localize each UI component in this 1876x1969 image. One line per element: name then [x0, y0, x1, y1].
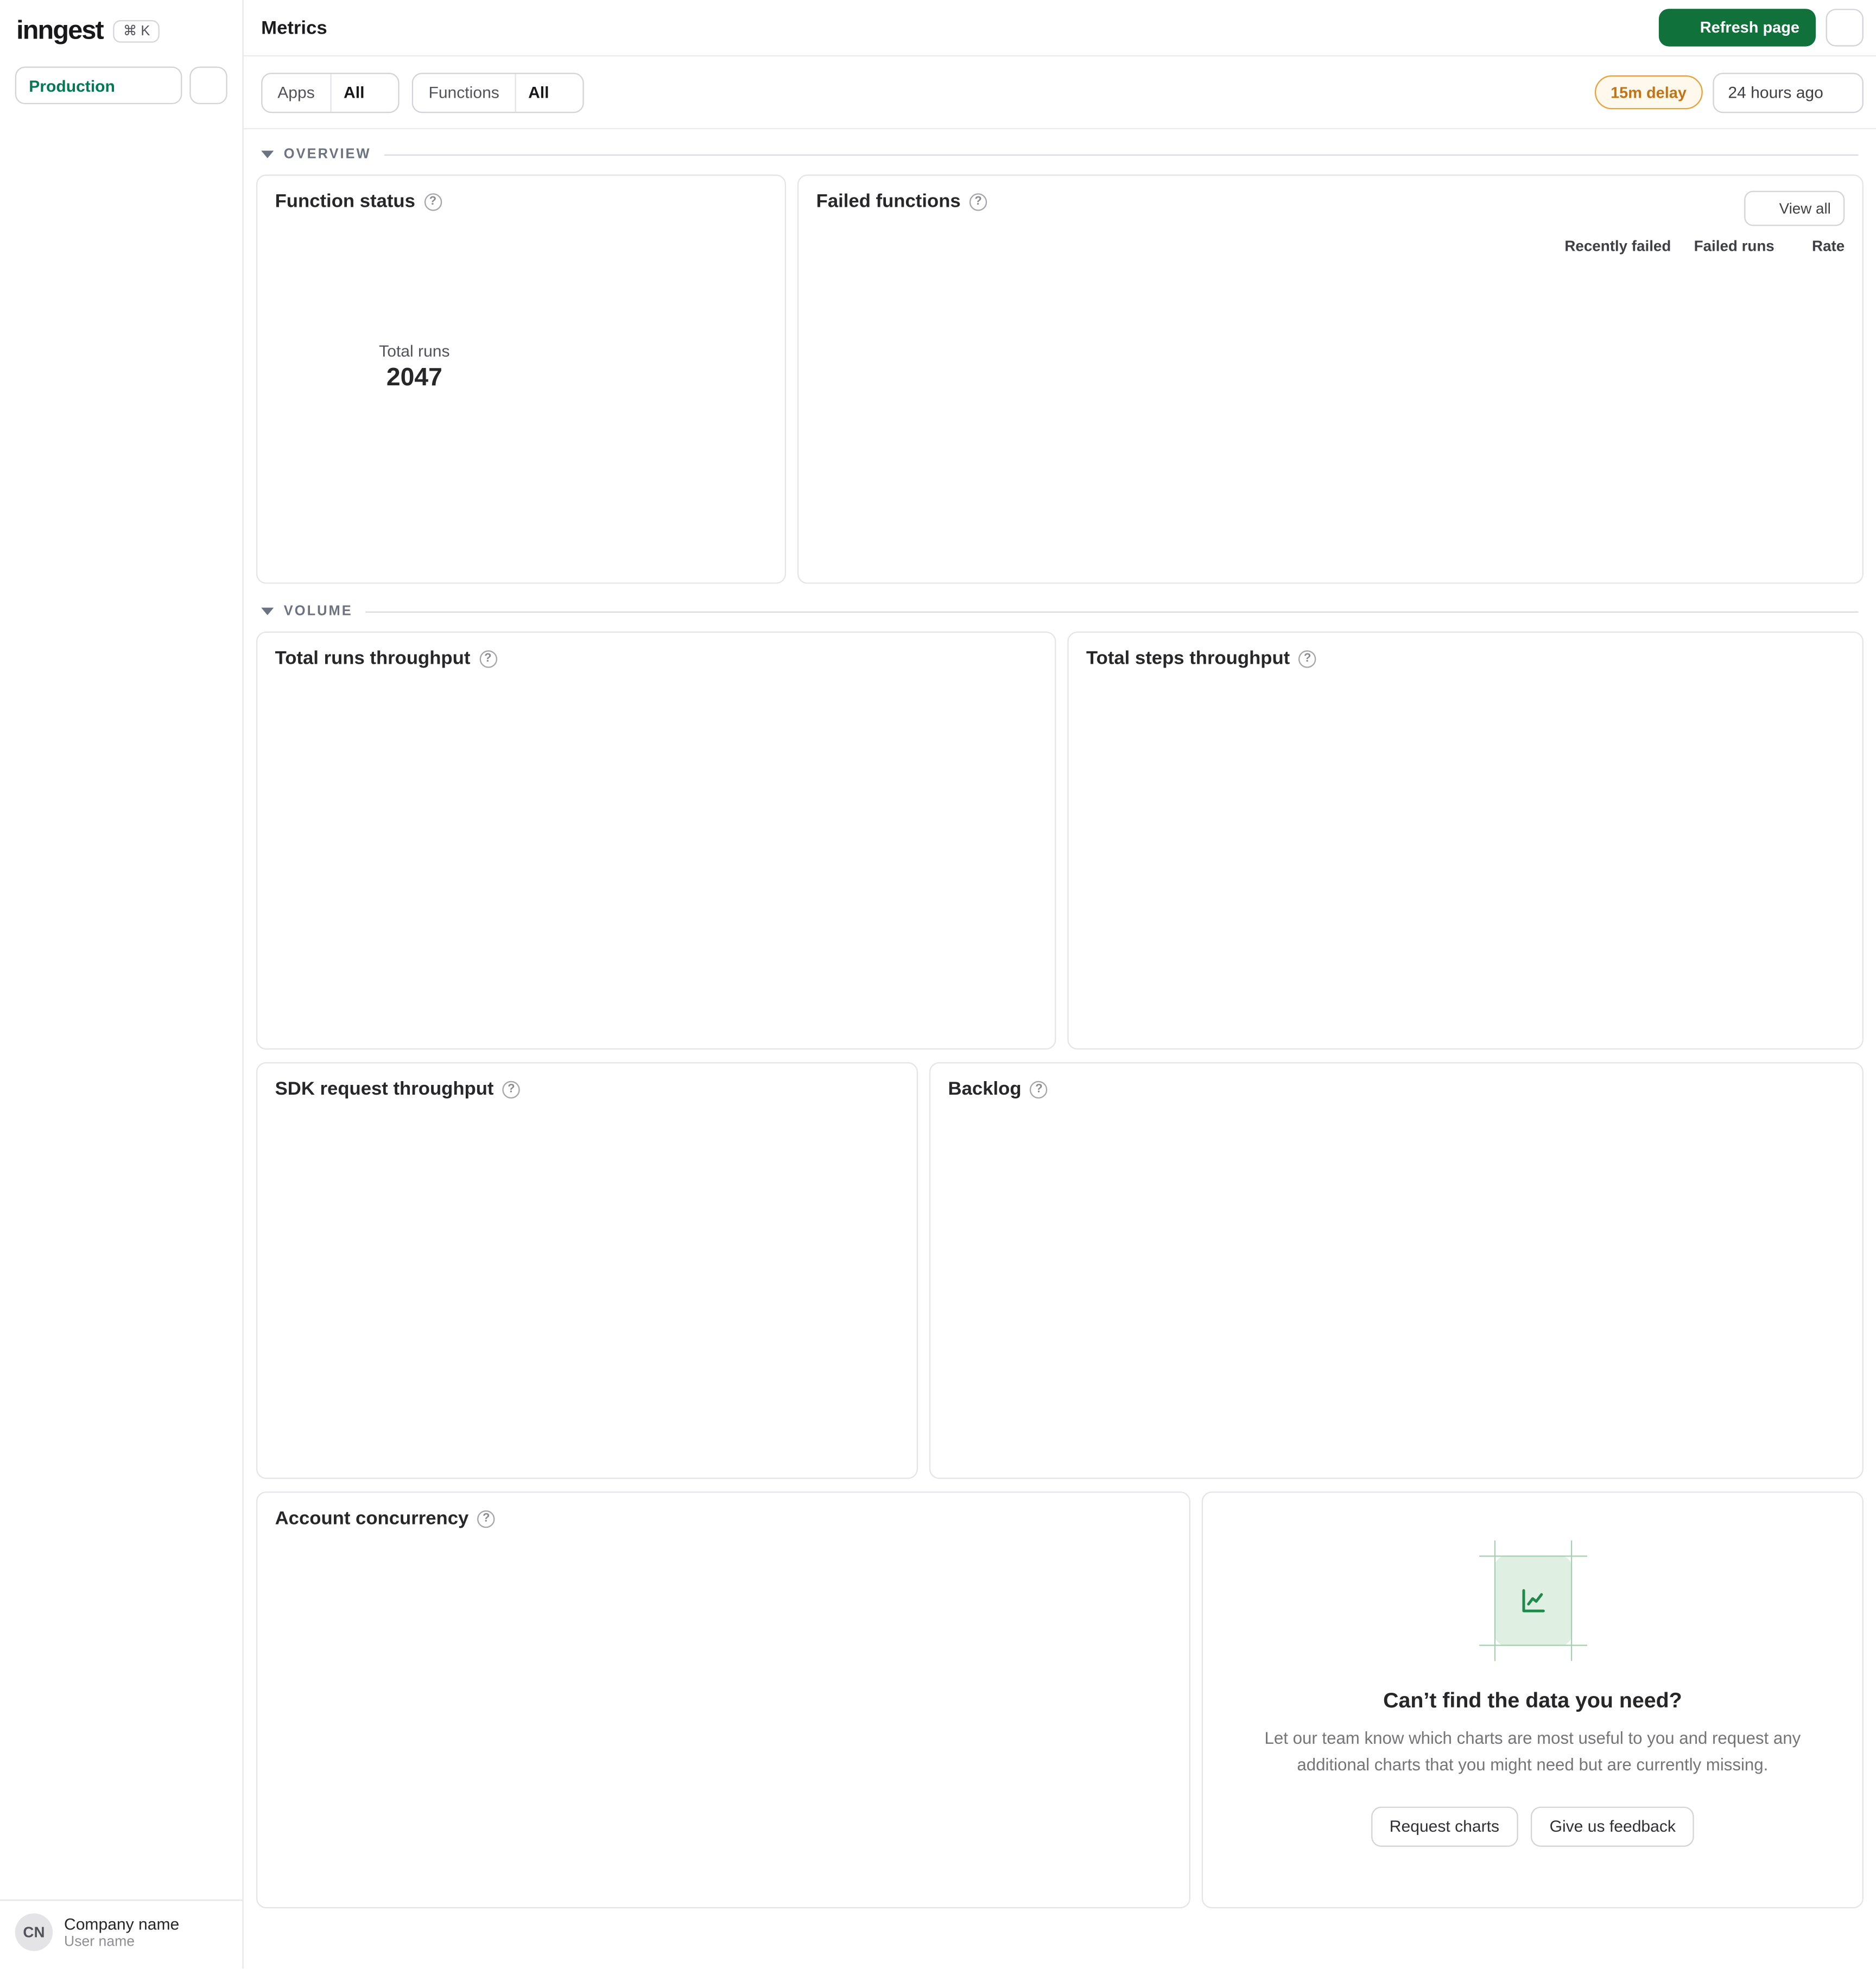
help-circle-icon[interactable]: ? [424, 193, 442, 211]
refresh-icon [1675, 20, 1691, 36]
failed-functions-card: View all Failed functions ? Recently fai… [797, 174, 1864, 584]
functions-filter-label: Functions [414, 73, 516, 111]
delay-badge: 15m delay [1594, 75, 1703, 110]
sidebar: inngest ⌘ K Production CN Company name U… [0, 0, 244, 1969]
apps-filter-value: All [344, 82, 365, 102]
settings-button[interactable] [1826, 9, 1864, 47]
environment-select[interactable]: Production [15, 66, 182, 105]
top-bar: Metrics Refresh page [243, 0, 1876, 57]
sdk-request-chart [275, 1105, 899, 1413]
volume-label: VOLUME [283, 604, 353, 619]
environment-value: Production [29, 75, 115, 95]
apps-filter[interactable]: Apps All [261, 72, 400, 113]
section-divider [365, 611, 1859, 612]
help-circle-icon[interactable]: ? [477, 1509, 495, 1528]
env-filter-button[interactable] [189, 66, 227, 105]
time-range-select[interactable]: 24 hours ago [1713, 72, 1864, 113]
collapse-triangle-icon [261, 150, 274, 158]
function-status-title: Function status [275, 190, 415, 212]
col-failed-runs: Failed runs [1694, 237, 1774, 255]
donut-center-value: 2047 [386, 363, 442, 391]
account-row[interactable]: CN Company name User name [0, 1901, 242, 1968]
main-area: Metrics Refresh page Apps All Functions … [243, 0, 1876, 1969]
total-runs-title: Total runs throughput [275, 647, 471, 669]
account-concurrency-chart [275, 1534, 1172, 1842]
failed-functions-title: Failed functions [816, 190, 961, 212]
view-all-button[interactable]: View all [1744, 190, 1845, 226]
backlog-title: Backlog [948, 1078, 1022, 1100]
function-status-donut: Total runs 2047 [288, 240, 541, 493]
overview-label: OVERVIEW [283, 147, 371, 162]
feedback-heading: Can’t find the data you need? [1383, 1688, 1682, 1713]
chart-request-illustration [1478, 1540, 1587, 1661]
recently-failed-table: Recently failed Failed runs Rate [1542, 191, 1845, 521]
section-divider [383, 154, 1859, 155]
backlog-card: Backlog ? [929, 1062, 1864, 1479]
app-root: inngest ⌘ K Production CN Company name U… [0, 0, 1876, 1969]
inngest-logo: inngest [16, 16, 104, 46]
total-steps-title: Total steps throughput [1086, 647, 1290, 669]
backlog-chart [948, 1105, 1845, 1413]
avatar: CN [15, 1913, 53, 1951]
feedback-body: Let our team know which charts are most … [1264, 1729, 1801, 1774]
user-name: User name [64, 1934, 135, 1950]
feedback-card: Can’t find the data you need? Let our te… [1201, 1491, 1864, 1909]
failed-functions-chart [816, 217, 1519, 509]
refresh-page-button[interactable]: Refresh page [1658, 9, 1816, 47]
functions-filter[interactable]: Functions All [412, 72, 585, 113]
time-range-value: 24 hours ago [1728, 82, 1823, 102]
account-concurrency-title: Account concurrency [275, 1508, 469, 1529]
line-chart-icon [1522, 1589, 1544, 1612]
total-runs-chart [275, 674, 1037, 983]
collapse-triangle-icon [261, 607, 274, 615]
command-k-shortcut[interactable]: ⌘ K [113, 20, 160, 43]
col-recently-failed: Recently failed [1564, 237, 1671, 255]
apps-filter-label: Apps [262, 73, 331, 111]
donut-center-label: Total runs [379, 341, 450, 360]
chevron-down-icon [372, 85, 385, 99]
help-circle-icon[interactable]: ? [1298, 650, 1316, 668]
request-charts-button[interactable]: Request charts [1371, 1806, 1518, 1847]
chevron-down-icon [556, 85, 570, 99]
arrow-up-right-icon [1758, 201, 1771, 215]
col-rate: Rate [1812, 237, 1845, 255]
filter-bar: Apps All Functions All 15m delay 24 hour… [243, 56, 1876, 130]
chevrons-up-down-icon [155, 77, 171, 93]
give-feedback-button[interactable]: Give us feedback [1530, 1806, 1695, 1847]
company-name: Company name [64, 1914, 180, 1934]
function-status-card: Function status ? Total runs 2047 [256, 174, 787, 584]
overview-section-header[interactable]: OVERVIEW [261, 147, 1859, 162]
functions-filter-value: All [528, 82, 549, 102]
total-steps-chart [1086, 674, 1845, 983]
chevron-down-icon [1835, 85, 1848, 99]
help-circle-icon[interactable]: ? [479, 650, 497, 668]
page-title: Metrics [261, 17, 327, 39]
help-circle-icon[interactable]: ? [1030, 1080, 1048, 1098]
environment-row: Production [0, 56, 242, 107]
content: OVERVIEW Function status ? Total runs 20… [244, 129, 1876, 1933]
total-steps-card: Total steps throughput ? [1067, 631, 1864, 1050]
sliders-icon [199, 76, 218, 95]
sdk-request-card: SDK request throughput ? [256, 1062, 918, 1479]
volume-section-header[interactable]: VOLUME [261, 604, 1859, 619]
total-runs-card: Total runs throughput ? [256, 631, 1056, 1050]
help-circle-icon[interactable]: ? [969, 193, 987, 211]
help-circle-icon[interactable]: ? [502, 1080, 521, 1098]
gear-icon [1835, 17, 1855, 37]
account-concurrency-card: Account concurrency ? [256, 1491, 1191, 1909]
logo-row: inngest ⌘ K [0, 0, 242, 56]
sdk-request-title: SDK request throughput [275, 1078, 494, 1100]
